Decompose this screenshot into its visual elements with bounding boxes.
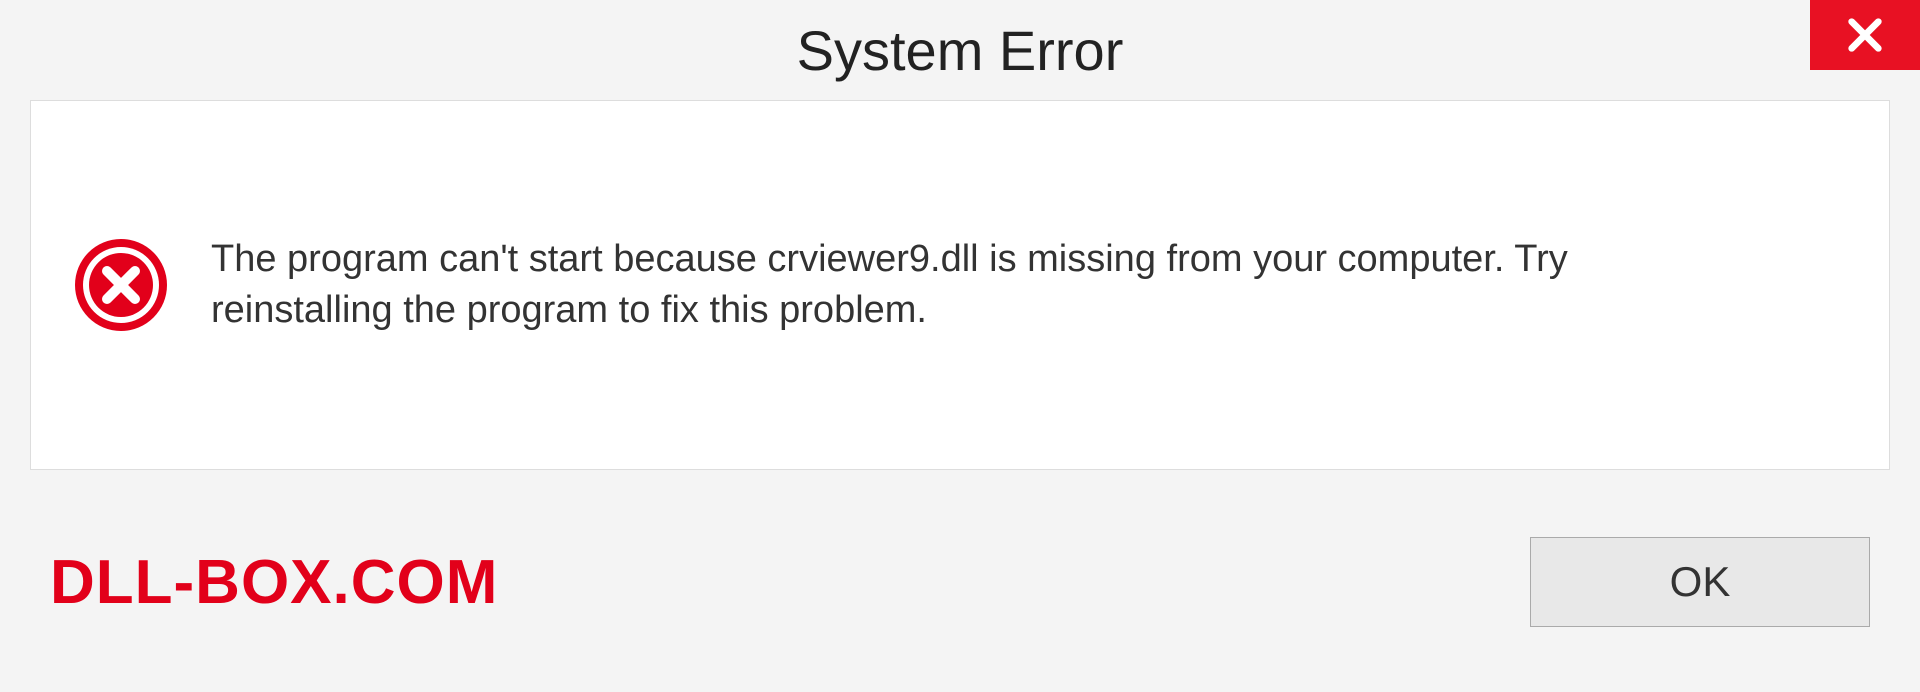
close-button[interactable] (1810, 0, 1920, 70)
close-icon (1845, 15, 1885, 55)
ok-button[interactable]: OK (1530, 537, 1870, 627)
content-panel: The program can't start because crviewer… (30, 100, 1890, 470)
error-dialog: System Error The program can't start bec… (0, 0, 1920, 692)
dialog-title: System Error (797, 18, 1124, 83)
error-icon (71, 235, 171, 335)
titlebar: System Error (0, 0, 1920, 100)
error-message: The program can't start because crviewer… (211, 234, 1711, 337)
dialog-footer: DLL-BOX.COM OK (0, 502, 1920, 692)
watermark-text: DLL-BOX.COM (50, 547, 498, 618)
